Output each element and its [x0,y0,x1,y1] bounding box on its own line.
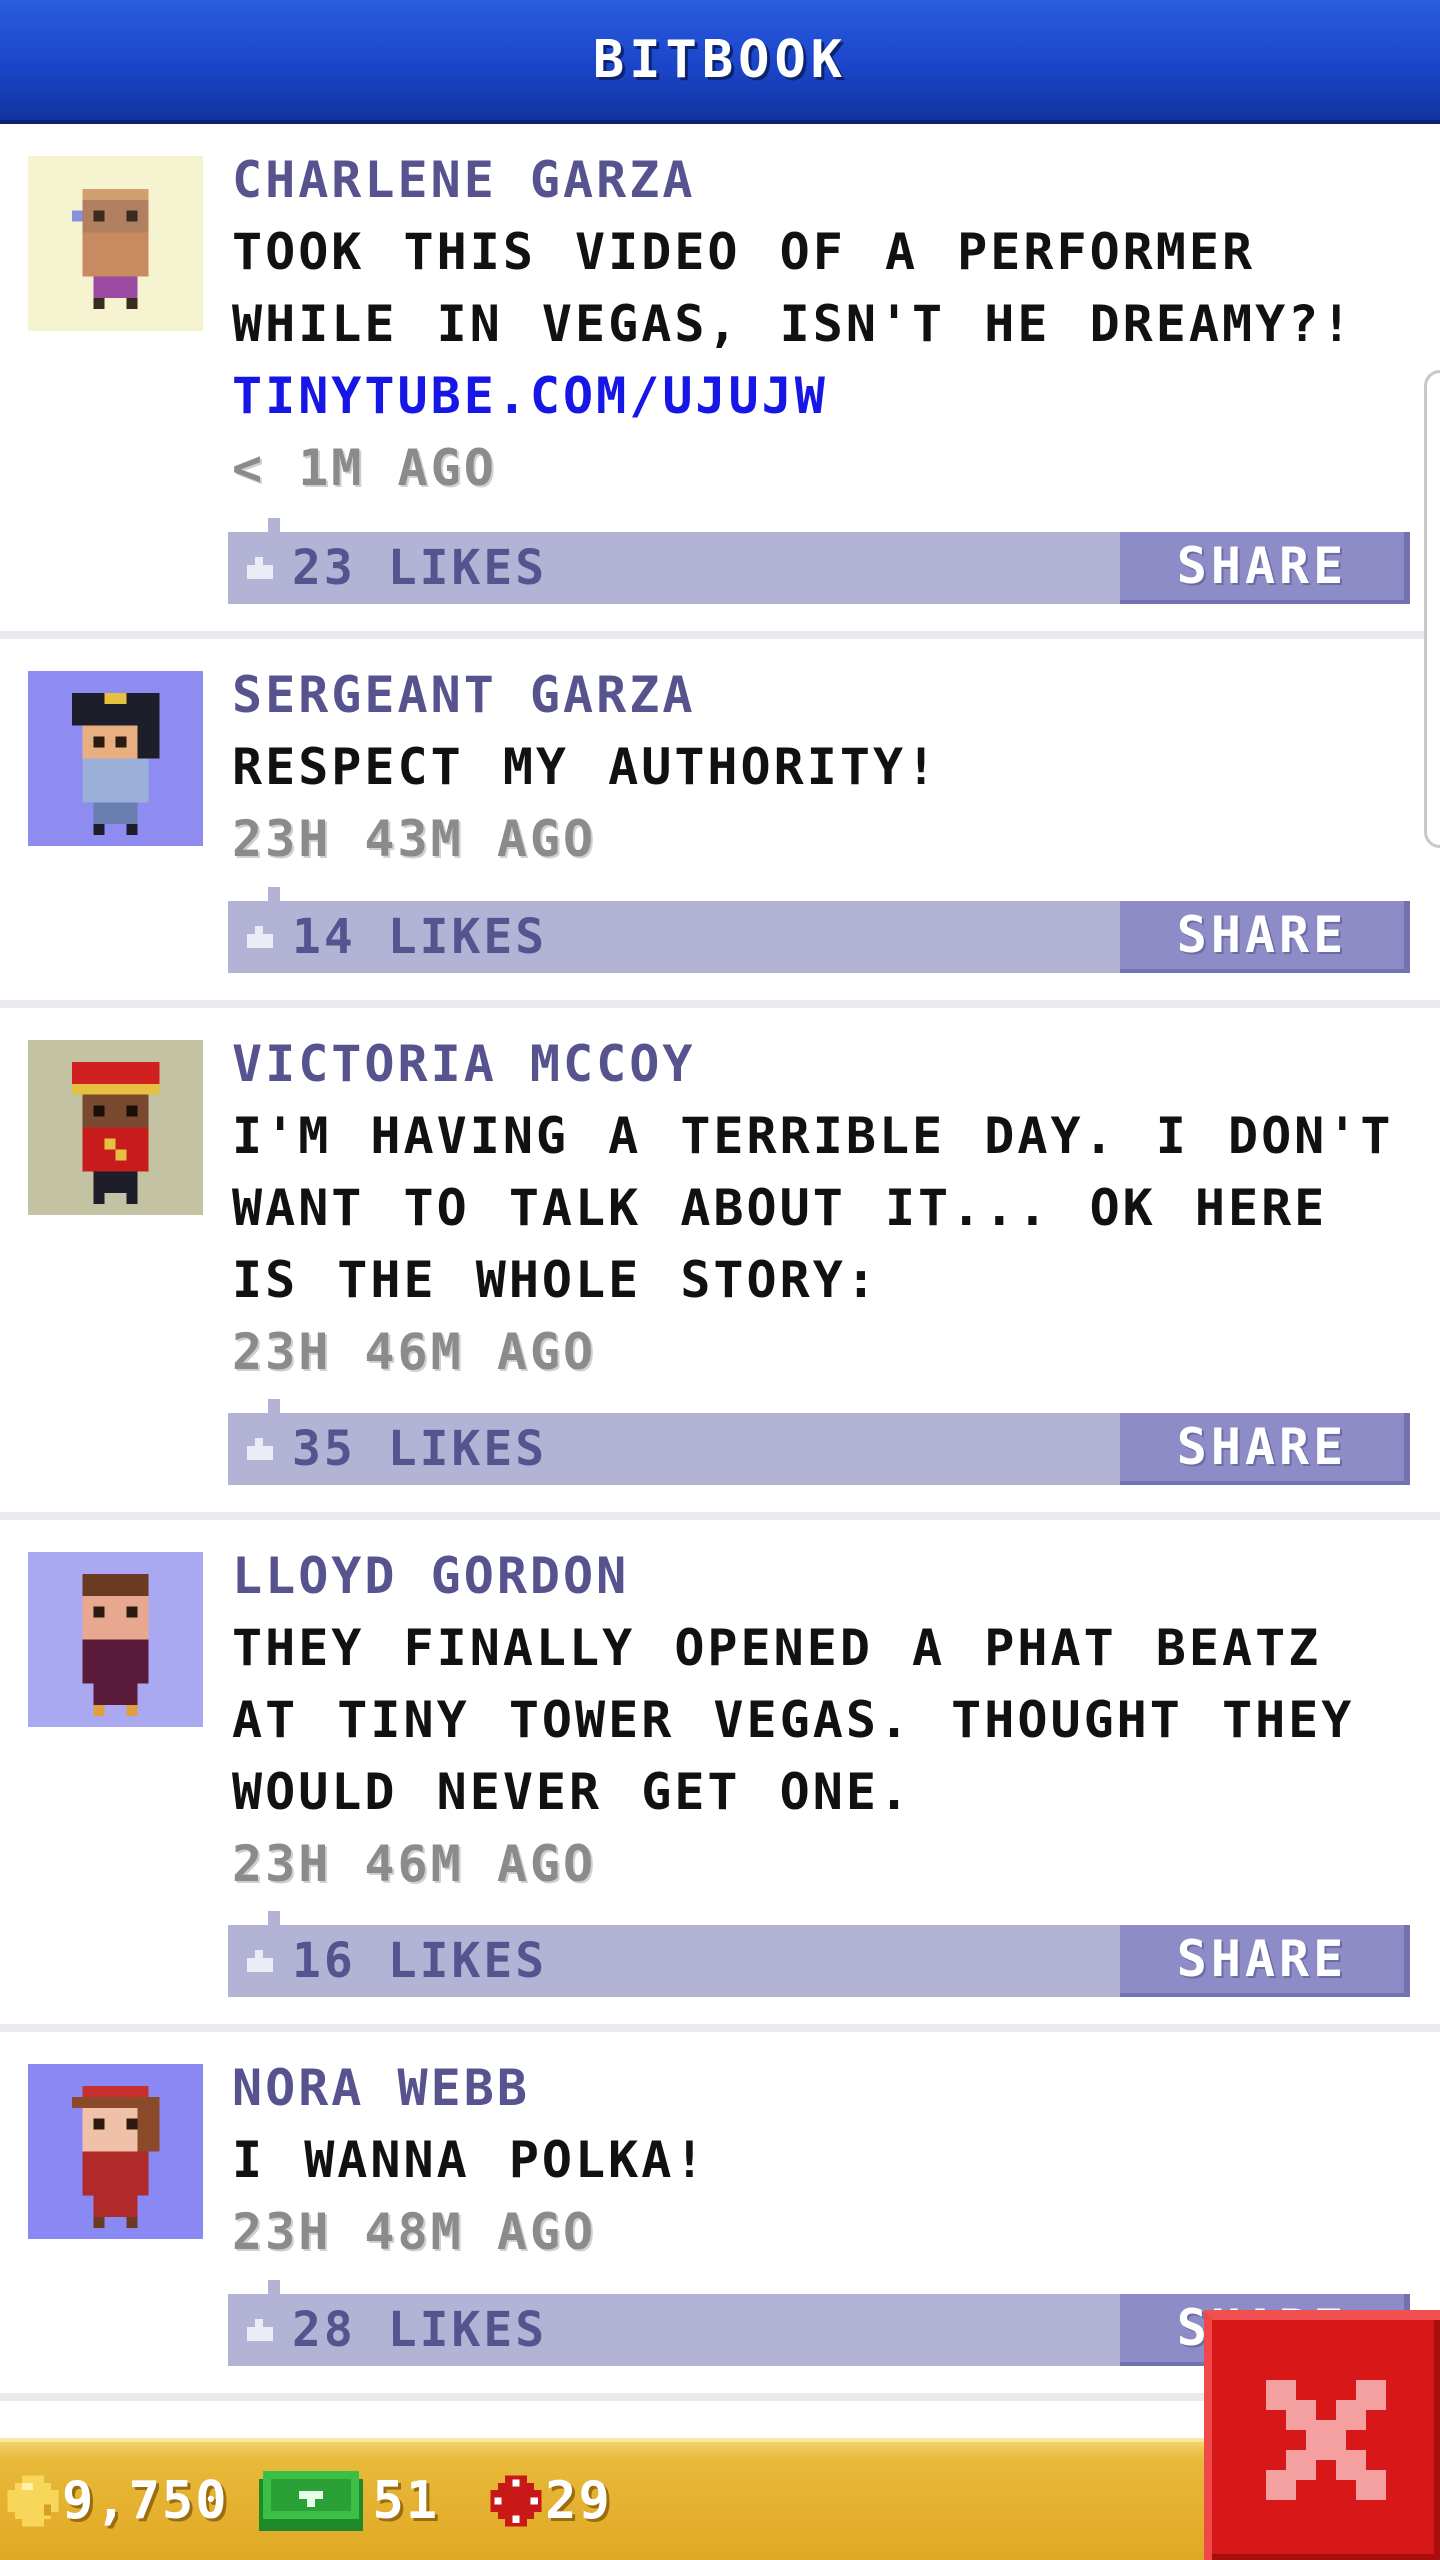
feed[interactable]: CHARLENE GARZA TOOK THIS VIDEO OF A PERF… [0,124,1440,2401]
post-body: VICTORIA MCCOY I'M HAVING A TERRIBLE DAY… [232,1028,1410,1388]
likes-bar: 23 LIKES SHARE [228,518,1410,604]
likes-count: 35 LIKES [292,1421,548,1477]
post-author[interactable]: VICTORIA MCCOY [232,1028,1410,1100]
scroll-edge-handle[interactable] [1424,370,1440,848]
likes-bar: 14 LIKES SHARE [228,887,1410,973]
thumb-up-icon[interactable] [242,919,278,955]
bar-tick [268,1911,280,1925]
bux-stat: 51 [258,2471,440,2531]
coins-value: 9,750 [62,2471,229,2531]
post-item: VICTORIA MCCOY I'M HAVING A TERRIBLE DAY… [0,1008,1440,1520]
likes-count: 23 LIKES [292,540,548,596]
bux-icon [258,2471,363,2531]
app-header: BITBOOK [0,0,1440,124]
post-author[interactable]: LLOYD GORDON [232,1540,1410,1612]
share-button[interactable]: SHARE [1120,532,1410,604]
bar-tick [268,2280,280,2294]
post-message: THEY FINALLY OPENED A PHAT BEATZ AT TINY… [232,1619,1355,1821]
post-link[interactable]: TINYTUBE.COM/UJUJW [232,360,1410,432]
post-author[interactable]: SERGEANT GARZA [232,659,1410,731]
post-time: < 1M AGO [232,439,497,497]
post-time: 23H 48M AGO [232,2203,597,2261]
avatar[interactable] [28,1552,203,1727]
post-time: 23H 46M AGO [232,1323,597,1381]
share-button[interactable]: SHARE [1120,1413,1410,1485]
likes-count: 14 LIKES [292,909,548,965]
thumb-up-icon[interactable] [242,2312,278,2348]
share-button[interactable]: SHARE [1120,901,1410,973]
post-message: TOOK THIS VIDEO OF A PERFORMER WHILE IN … [232,223,1355,353]
likes-count: 16 LIKES [292,1933,548,1989]
coins-stat: 9,750 [4,2471,229,2531]
token-icon [490,2475,542,2527]
tokens-stat: 29 [487,2471,612,2531]
bitbook-screen: BITBOOK CHARLENE GARZA TOOK THIS VIDEO O… [0,0,1440,2560]
likes-bar: 35 LIKES SHARE [228,1399,1410,1485]
avatar[interactable] [28,2064,203,2239]
thumb-up-icon[interactable] [242,550,278,586]
thumb-up-icon[interactable] [242,1943,278,1979]
avatar-nora-image [71,2085,160,2229]
avatar[interactable] [28,156,203,331]
post-author[interactable]: NORA WEBB [232,2052,1410,2124]
avatar[interactable] [28,671,203,846]
post-message: I'M HAVING A TERRIBLE DAY. I DON'T WANT … [232,1107,1394,1309]
post-time: 23H 43M AGO [232,810,597,868]
close-icon [1266,2380,1386,2500]
avatar[interactable] [28,1040,203,1215]
post-body: SERGEANT GARZA RESPECT MY AUTHORITY! 23H… [232,659,1410,875]
avatar-lloyd-image [82,1573,149,1717]
tokens-value: 29 [545,2471,612,2531]
post-item: SERGEANT GARZA RESPECT MY AUTHORITY! 23H… [0,639,1440,1008]
share-button[interactable]: SHARE [1120,1925,1410,1997]
coin-icon [7,2475,59,2527]
thumb-up-icon[interactable] [242,1431,278,1467]
bar-tick [268,518,280,532]
post-message: RESPECT MY AUTHORITY! [232,738,940,796]
post-time: 23H 46M AGO [232,1835,597,1893]
bux-value: 51 [372,2471,440,2531]
post-body: NORA WEBB I WANNA POLKA! 23H 48M AGO [232,2052,1410,2268]
avatar-sergeant-image [71,692,160,836]
post-body: CHARLENE GARZA TOOK THIS VIDEO OF A PERF… [232,144,1410,504]
avatar-victoria-image [71,1061,160,1205]
page-title: BITBOOK [592,30,848,90]
close-button[interactable] [1204,2310,1440,2560]
avatar-charlene-image [71,188,149,310]
bar-tick [268,887,280,901]
likes-count: 28 LIKES [292,2302,548,2358]
likes-bar: 16 LIKES SHARE [228,1911,1410,1997]
post-item: LLOYD GORDON THEY FINALLY OPENED A PHAT … [0,1520,1440,2032]
post-message: I WANNA POLKA! [232,2131,708,2189]
post-author[interactable]: CHARLENE GARZA [232,144,1410,216]
post-item: CHARLENE GARZA TOOK THIS VIDEO OF A PERF… [0,124,1440,639]
bar-tick [268,1399,280,1413]
post-body: LLOYD GORDON THEY FINALLY OPENED A PHAT … [232,1540,1410,1900]
